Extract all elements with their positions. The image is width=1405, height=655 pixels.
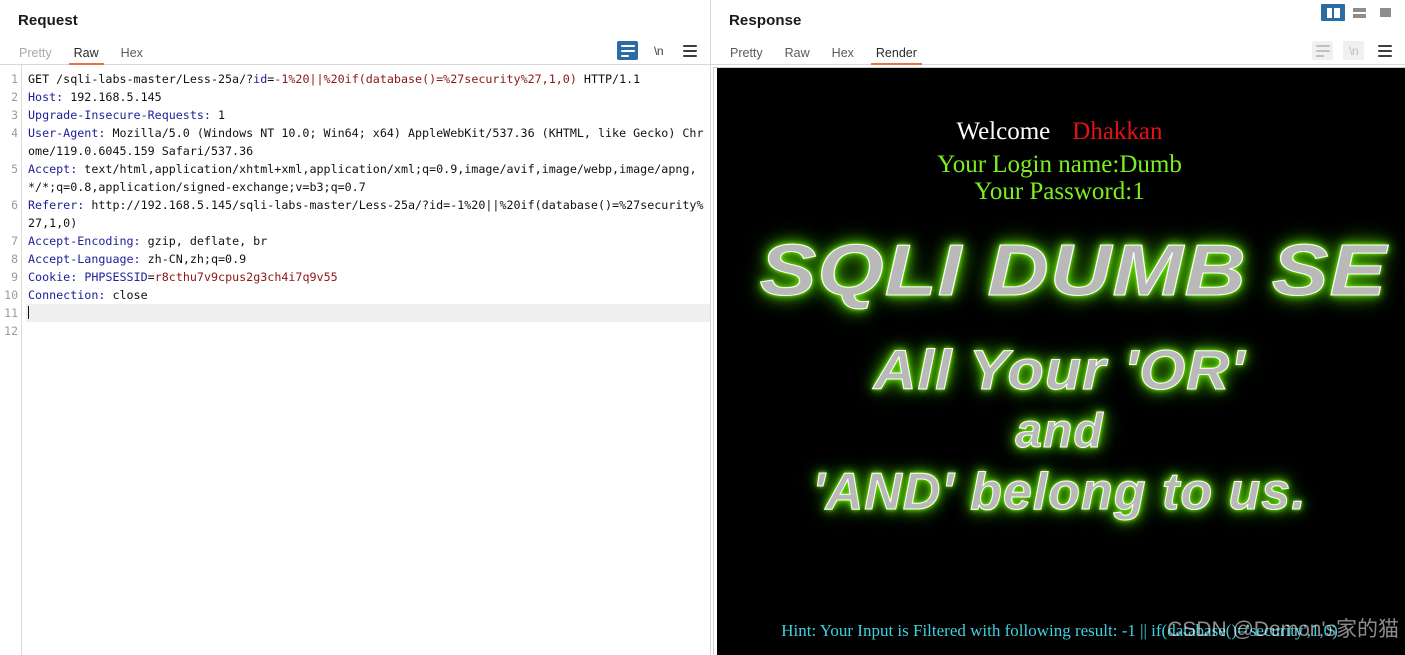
response-tab-hex[interactable]: Hex bbox=[821, 46, 865, 66]
request-tab-hex[interactable]: Hex bbox=[110, 46, 154, 66]
line-number: 4 bbox=[11, 126, 18, 140]
request-line[interactable]: Accept-Language: zh-CN,zh;q=0.9 bbox=[26, 250, 710, 268]
password-line: Your Password:1 bbox=[974, 178, 1145, 205]
request-line[interactable]: GET /sqli-labs-master/Less-25a/?id=-1%20… bbox=[26, 70, 710, 88]
request-line[interactable]: User-Agent: Mozilla/5.0 (Windows NT 10.0… bbox=[26, 124, 710, 160]
response-tab-pretty[interactable]: Pretty bbox=[719, 46, 774, 66]
line-number: 1 bbox=[11, 72, 18, 86]
response-tabstrip: Pretty Raw Hex Render \n bbox=[711, 36, 1405, 65]
rendered-page: Welcome Dhakkan Your Login name:Dumb Your… bbox=[713, 67, 1405, 655]
line-number: 3 bbox=[11, 108, 18, 122]
request-line-number-gutter: 1 2 3 4 5 6 7 8 9 10 11 12 bbox=[0, 65, 22, 655]
line-number: 12 bbox=[4, 324, 18, 338]
line-number: 5 bbox=[11, 162, 18, 176]
user-name-label: Dhakkan bbox=[1072, 118, 1163, 145]
line-number: 8 bbox=[11, 252, 18, 266]
welcome-label: Welcome bbox=[956, 118, 1051, 145]
request-line[interactable]: Connection: close bbox=[26, 286, 710, 304]
burp-repeater-window: Request Pretty Raw Hex \n 1 2 3 4 5 6 7 8 9 10 11 1… bbox=[0, 0, 1405, 655]
welcome-heading: Welcome Dhakkan bbox=[714, 118, 1405, 146]
word-wrap-icon[interactable] bbox=[1312, 41, 1333, 60]
line-number: 10 bbox=[4, 288, 18, 302]
render-left-edge bbox=[714, 68, 717, 655]
request-tab-raw[interactable]: Raw bbox=[63, 46, 110, 66]
line-number: 6 bbox=[11, 198, 18, 212]
request-tabstrip: Pretty Raw Hex \n bbox=[0, 36, 710, 65]
response-panel: Response Pretty Raw Hex Render \n Welcom… bbox=[710, 0, 1405, 655]
hamburger-menu-icon[interactable] bbox=[679, 41, 700, 60]
request-panel: Request Pretty Raw Hex \n 1 2 3 4 5 6 7 8 9 10 11 1… bbox=[0, 0, 710, 655]
request-line[interactable]: Host: 192.168.5.145 bbox=[26, 88, 710, 106]
render-viewport: Welcome Dhakkan Your Login name:Dumb Your… bbox=[711, 65, 1405, 655]
banner-line-belong: 'AND' belong to us. bbox=[812, 463, 1307, 522]
line-number: 11 bbox=[4, 306, 18, 320]
response-tab-tools: \n bbox=[1312, 41, 1405, 64]
request-line[interactable]: Cookie: PHPSESSID=r8cthu7v9cpus2g3ch4i7q… bbox=[26, 268, 710, 286]
line-number: 7 bbox=[11, 234, 18, 248]
newline-toggle-icon[interactable]: \n bbox=[648, 41, 669, 60]
line-number: 9 bbox=[11, 270, 18, 284]
banner-line-and-word: and bbox=[1015, 405, 1104, 459]
login-name-line: Your Login name:Dumb bbox=[937, 151, 1182, 178]
single-pane-layout-button[interactable] bbox=[1373, 4, 1397, 21]
response-tab-raw[interactable]: Raw bbox=[774, 46, 821, 66]
response-panel-title: Response bbox=[729, 12, 802, 29]
sqli-banner-image: SQLI DUMB SE All Your 'OR' and 'AND' bel… bbox=[714, 229, 1405, 523]
request-tab-pretty[interactable]: Pretty bbox=[8, 46, 63, 66]
banner-line-or: All Your 'OR' bbox=[873, 338, 1246, 402]
request-line[interactable] bbox=[26, 304, 710, 322]
request-line[interactable]: Accept: text/html,application/xhtml+xml,… bbox=[26, 160, 710, 196]
split-horizontal-layout-button[interactable] bbox=[1347, 4, 1371, 21]
request-line[interactable]: Referer: http://192.168.5.145/sqli-labs-… bbox=[26, 196, 710, 232]
request-tab-tools: \n bbox=[617, 41, 710, 64]
layout-button-group bbox=[1321, 4, 1397, 21]
request-panel-title: Request bbox=[18, 12, 78, 29]
banner-line-title: SQLI DUMB SE bbox=[759, 231, 1388, 312]
request-line[interactable] bbox=[26, 322, 710, 340]
hint-text: Hint: Your Input is Filtered with follow… bbox=[781, 621, 1338, 640]
newline-toggle-icon[interactable]: \n bbox=[1343, 41, 1364, 60]
response-tab-render[interactable]: Render bbox=[865, 46, 928, 66]
line-number: 2 bbox=[11, 90, 18, 104]
request-editor[interactable]: 1 2 3 4 5 6 7 8 9 10 11 12 GET /sqli-labs-master/Le… bbox=[0, 65, 710, 655]
hamburger-menu-icon[interactable] bbox=[1374, 41, 1395, 60]
word-wrap-icon[interactable] bbox=[617, 41, 638, 60]
request-code-area[interactable]: GET /sqli-labs-master/Less-25a/?id=-1%20… bbox=[22, 65, 710, 655]
split-vertical-layout-button[interactable] bbox=[1321, 4, 1345, 21]
request-line[interactable]: Upgrade-Insecure-Requests: 1 bbox=[26, 106, 710, 124]
request-line[interactable]: Accept-Encoding: gzip, deflate, br bbox=[26, 232, 710, 250]
